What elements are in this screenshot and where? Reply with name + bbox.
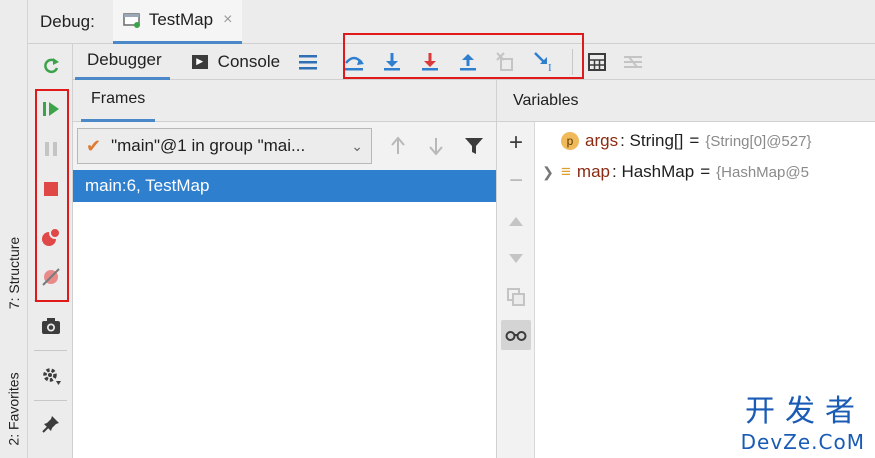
watermark-cn: 开发者 bbox=[745, 394, 865, 429]
variable-name: args bbox=[585, 131, 619, 150]
expand-chevron-icon[interactable]: ❯ bbox=[535, 164, 561, 181]
plus-icon: + bbox=[508, 129, 523, 156]
checkmark-icon: ✔ bbox=[86, 135, 102, 156]
tab-testmap[interactable]: TestMap × bbox=[112, 0, 243, 44]
favorites-side-tab[interactable]: 2: Favorites bbox=[0, 360, 28, 458]
remove-watch-button[interactable]: − bbox=[501, 166, 531, 196]
variable-type: : HashMap bbox=[612, 162, 695, 181]
highlight-box-stepping bbox=[343, 33, 584, 79]
favorites-side-tab-label: 2: Favorites bbox=[6, 372, 23, 446]
arrow-down-icon bbox=[429, 138, 443, 156]
pin-tab-button[interactable] bbox=[37, 410, 65, 438]
hamburger-icon bbox=[299, 54, 318, 69]
parameter-badge-icon: p bbox=[561, 132, 579, 150]
copy-icon bbox=[507, 288, 525, 306]
variable-equals: = bbox=[689, 131, 700, 150]
rerun-icon bbox=[44, 58, 59, 74]
glasses-icon bbox=[505, 331, 527, 341]
run-config-icon bbox=[123, 13, 140, 28]
chevron-down-icon: ⌄ bbox=[351, 137, 363, 154]
camera-icon bbox=[42, 318, 60, 334]
frames-title: Frames bbox=[81, 80, 156, 122]
duplicate-watch-button[interactable] bbox=[501, 282, 531, 312]
arrow-up-icon bbox=[391, 136, 405, 154]
calculator-icon bbox=[588, 52, 607, 71]
triangle-up-icon bbox=[509, 217, 523, 226]
left-tool-strip: 7: Structure 2: Favorites bbox=[0, 0, 28, 458]
settings-button[interactable] bbox=[37, 362, 65, 390]
highlight-box-actions bbox=[35, 89, 69, 302]
variables-header: Variables bbox=[497, 80, 875, 122]
snapshot-button[interactable] bbox=[37, 312, 65, 340]
frames-panel: Frames ✔ "main"@1 in group "mai... ⌄ mai… bbox=[73, 80, 497, 458]
watermark-en: DevZe.CoM bbox=[740, 430, 865, 454]
tab-debugger-label: Debugger bbox=[87, 50, 162, 69]
pin-icon bbox=[42, 416, 59, 433]
layout-menu-button[interactable] bbox=[290, 44, 326, 80]
tab-debugger[interactable]: Debugger bbox=[75, 44, 170, 80]
tab-console[interactable]: ▶ Console bbox=[184, 44, 288, 80]
tab-testmap-label: TestMap bbox=[148, 10, 214, 29]
thread-row: ✔ "main"@1 in group "mai... ⌄ bbox=[73, 122, 496, 170]
variable-type: : String[] bbox=[620, 131, 684, 150]
variable-value: {String[0]@527} bbox=[705, 132, 812, 150]
thread-selector-value: "main"@1 in group "mai... bbox=[111, 136, 306, 155]
variables-toolbar: + − bbox=[497, 122, 535, 458]
frames-header: Frames bbox=[73, 80, 496, 122]
variables-title: Variables bbox=[513, 91, 579, 109]
triangle-down-icon bbox=[509, 254, 523, 263]
previous-frame-button[interactable] bbox=[380, 128, 416, 164]
trace-current-stream-button[interactable] bbox=[615, 44, 651, 80]
minus-icon: − bbox=[508, 167, 523, 194]
variable-row[interactable]: p args : String[] = {String[0]@527} bbox=[535, 127, 811, 155]
evaluate-expression-button[interactable] bbox=[579, 44, 615, 80]
move-watch-down-button[interactable] bbox=[501, 244, 531, 274]
show-watches-button[interactable] bbox=[501, 320, 531, 350]
variable-equals: = bbox=[700, 162, 711, 181]
add-watch-button[interactable]: + bbox=[501, 128, 531, 158]
variable-name: map bbox=[576, 162, 610, 181]
variable-row[interactable]: ❯ ≡ map : HashMap = {HashMap@5 bbox=[535, 158, 809, 186]
tab-console-label: Console bbox=[217, 51, 281, 71]
console-icon: ▶ bbox=[191, 54, 208, 69]
watermark: 开发者 DevZe.CoM bbox=[741, 386, 865, 454]
settings-icon bbox=[43, 368, 61, 385]
debug-label: Debug: bbox=[40, 11, 95, 31]
next-frame-button[interactable] bbox=[418, 128, 454, 164]
rerun-button[interactable] bbox=[37, 52, 65, 80]
thread-selector[interactable]: ✔ "main"@1 in group "mai... ⌄ bbox=[77, 128, 372, 164]
structure-side-tab[interactable]: 7: Structure bbox=[0, 210, 28, 335]
close-icon[interactable]: × bbox=[223, 11, 232, 29]
variable-value: {HashMap@5 bbox=[716, 163, 809, 181]
move-watch-up-button[interactable] bbox=[501, 206, 531, 236]
filter-frames-button[interactable] bbox=[456, 128, 492, 164]
filter-icon bbox=[465, 138, 483, 154]
frame-list-item[interactable]: main:6, TestMap bbox=[73, 170, 496, 202]
field-badge-icon: ≡ bbox=[561, 162, 571, 181]
structure-side-tab-label: 7: Structure bbox=[6, 236, 22, 309]
trace-stream-icon bbox=[624, 55, 643, 68]
